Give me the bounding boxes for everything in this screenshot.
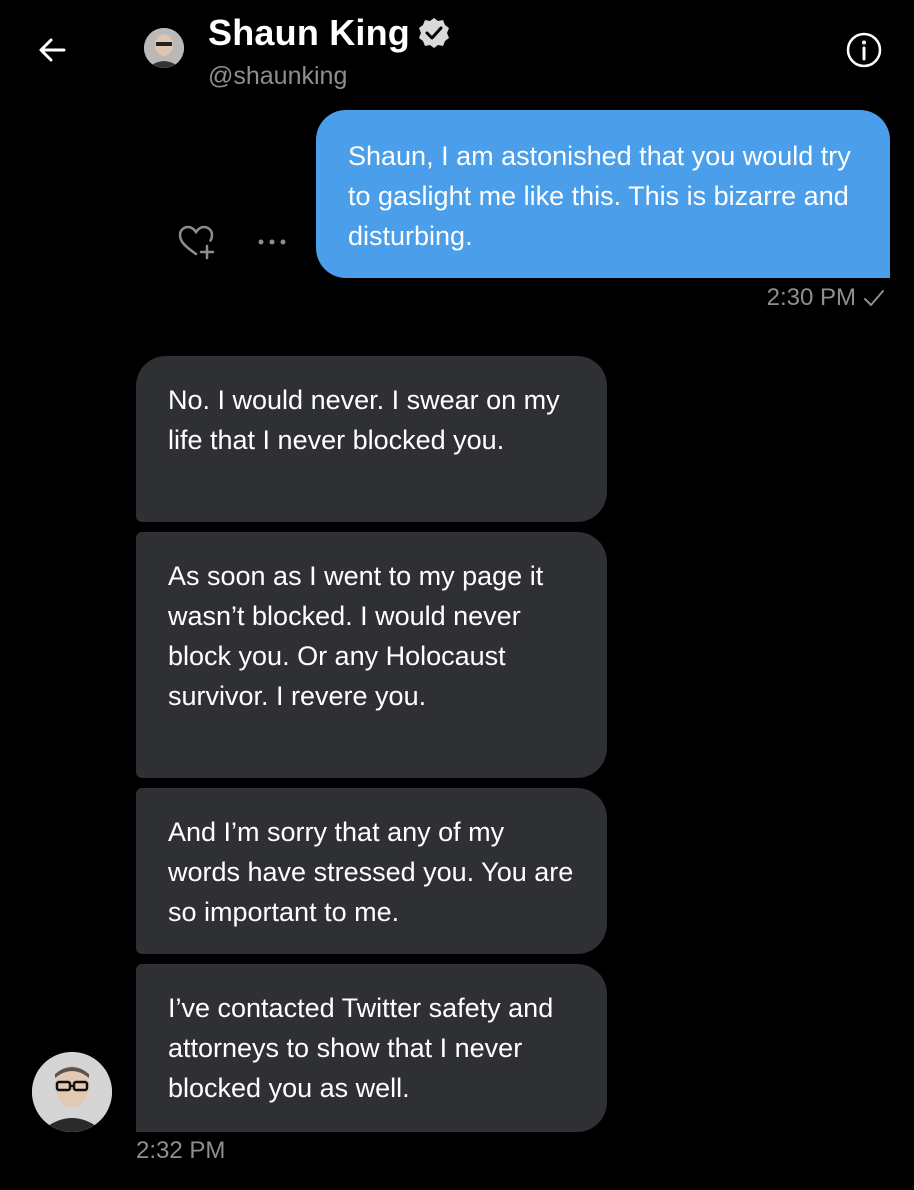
avatar-image bbox=[144, 28, 184, 68]
received-message-bubble[interactable]: As soon as I went to my page it wasn’t b… bbox=[136, 532, 607, 778]
sent-message-time: 2:30 PM bbox=[766, 284, 856, 311]
info-icon bbox=[846, 32, 882, 68]
more-dots-icon bbox=[258, 239, 286, 245]
contact-handle: @shaunking bbox=[208, 62, 348, 90]
sender-avatar[interactable] bbox=[32, 1052, 112, 1132]
sent-message-meta: 2:30 PM bbox=[767, 284, 886, 312]
received-message-bubble[interactable]: No. I would never. I swear on my life th… bbox=[136, 356, 607, 522]
back-button[interactable] bbox=[30, 28, 74, 72]
verified-badge-icon bbox=[419, 18, 449, 48]
received-message-bubble[interactable]: I’ve contacted Twitter safety and attorn… bbox=[136, 964, 607, 1132]
arrow-left-icon bbox=[39, 38, 66, 62]
header-title[interactable]: Shaun King bbox=[208, 12, 452, 54]
message-actions bbox=[176, 222, 290, 262]
contact-name: Shaun King bbox=[208, 12, 410, 53]
checkmark-icon bbox=[864, 290, 884, 306]
received-message-time: 2:32 PM bbox=[136, 1137, 226, 1164]
react-button[interactable] bbox=[176, 222, 216, 262]
header-avatar[interactable] bbox=[144, 28, 184, 68]
heart-plus-icon bbox=[178, 225, 215, 260]
more-button[interactable] bbox=[256, 236, 290, 248]
avatar-image bbox=[32, 1052, 112, 1132]
sent-message-bubble[interactable]: Shaun, I am astonished that you would tr… bbox=[316, 110, 890, 278]
conversation-info-button[interactable] bbox=[840, 26, 888, 74]
received-message-bubble[interactable]: And I’m sorry that any of my words have … bbox=[136, 788, 607, 954]
